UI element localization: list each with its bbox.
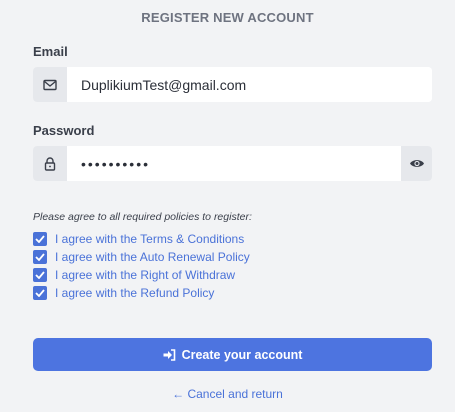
policy-checkbox-withdraw[interactable]: I agree with the Right of Withdraw	[33, 268, 235, 282]
checkbox-checked-icon[interactable]	[33, 250, 47, 264]
checkbox-checked-icon[interactable]	[33, 268, 47, 282]
policy-checkbox-auto-renewal[interactable]: I agree with the Auto Renewal Policy	[33, 250, 250, 264]
policy-checkbox-refund[interactable]: I agree with the Refund Policy	[33, 286, 214, 300]
cancel-link[interactable]: ← Cancel and return	[0, 387, 455, 401]
page-title: REGISTER NEW ACCOUNT	[141, 10, 314, 25]
lock-icon	[33, 146, 67, 181]
policy-label[interactable]: I agree with the Terms & Conditions	[55, 232, 244, 246]
policy-label[interactable]: I agree with the Right of Withdraw	[55, 268, 235, 282]
password-field-group	[33, 146, 432, 181]
password-input[interactable]	[67, 146, 401, 181]
email-label: Email	[33, 44, 68, 59]
sign-in-icon	[163, 348, 176, 361]
email-input[interactable]	[67, 67, 432, 102]
create-account-label: Create your account	[181, 347, 303, 362]
policy-label[interactable]: I agree with the Refund Policy	[55, 286, 214, 300]
checkbox-checked-icon[interactable]	[33, 286, 47, 300]
password-label: Password	[33, 123, 95, 138]
policies-hint: Please agree to all required policies to…	[33, 211, 252, 223]
eye-icon[interactable]	[401, 146, 432, 181]
policy-label[interactable]: I agree with the Auto Renewal Policy	[55, 250, 250, 264]
create-account-button[interactable]: Create your account	[33, 338, 432, 371]
policy-checkbox-terms[interactable]: I agree with the Terms & Conditions	[33, 232, 244, 246]
email-field-group	[33, 67, 432, 102]
checkbox-checked-icon[interactable]	[33, 232, 47, 246]
envelope-icon	[33, 67, 67, 102]
